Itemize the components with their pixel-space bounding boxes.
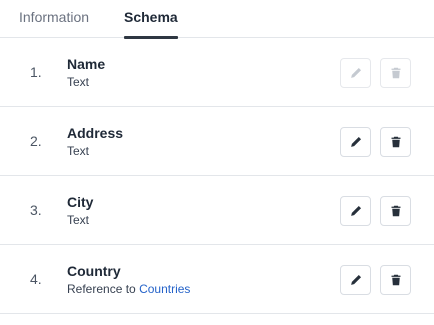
field-type: Text: [67, 75, 90, 89]
schema-row-city: 3. City Text: [0, 176, 434, 245]
field-type: Text: [67, 144, 90, 158]
countries-link[interactable]: Countries: [139, 282, 190, 296]
schema-row-address: 2. Address Text: [0, 107, 434, 176]
field-name: Address: [67, 125, 124, 141]
field-name: City: [67, 194, 94, 210]
row-number: 2.: [30, 133, 42, 149]
field-type: Reference to Countries: [67, 282, 190, 296]
trash-icon: [391, 274, 400, 286]
tab-information[interactable]: Information: [19, 9, 89, 38]
field-name: Name: [67, 56, 106, 72]
pencil-icon: [350, 274, 361, 285]
schema-row-country: 4. Country Reference to Countries: [0, 245, 434, 314]
row-number: 3.: [30, 202, 42, 218]
field-name: Country: [67, 263, 121, 279]
trash-icon: [391, 136, 400, 148]
pencil-icon: [350, 205, 361, 216]
edit-button[interactable]: [340, 196, 371, 226]
delete-button[interactable]: [380, 265, 411, 295]
edit-button: [340, 58, 371, 88]
delete-button[interactable]: [380, 127, 411, 157]
trash-icon: [391, 205, 400, 217]
delete-button[interactable]: [380, 196, 411, 226]
edit-button[interactable]: [340, 265, 371, 295]
tab-bar: Information Schema: [0, 0, 434, 39]
tab-schema[interactable]: Schema: [124, 9, 178, 39]
delete-button: [380, 58, 411, 88]
pencil-icon: [350, 136, 361, 147]
reference-prefix: Reference to: [67, 282, 136, 296]
row-number: 4.: [30, 271, 42, 287]
pencil-icon: [350, 67, 361, 78]
schema-row-name: 1. Name Text: [0, 38, 434, 107]
row-number: 1.: [30, 64, 42, 80]
field-type: Text: [67, 213, 90, 227]
trash-icon: [391, 67, 400, 79]
edit-button[interactable]: [340, 127, 371, 157]
